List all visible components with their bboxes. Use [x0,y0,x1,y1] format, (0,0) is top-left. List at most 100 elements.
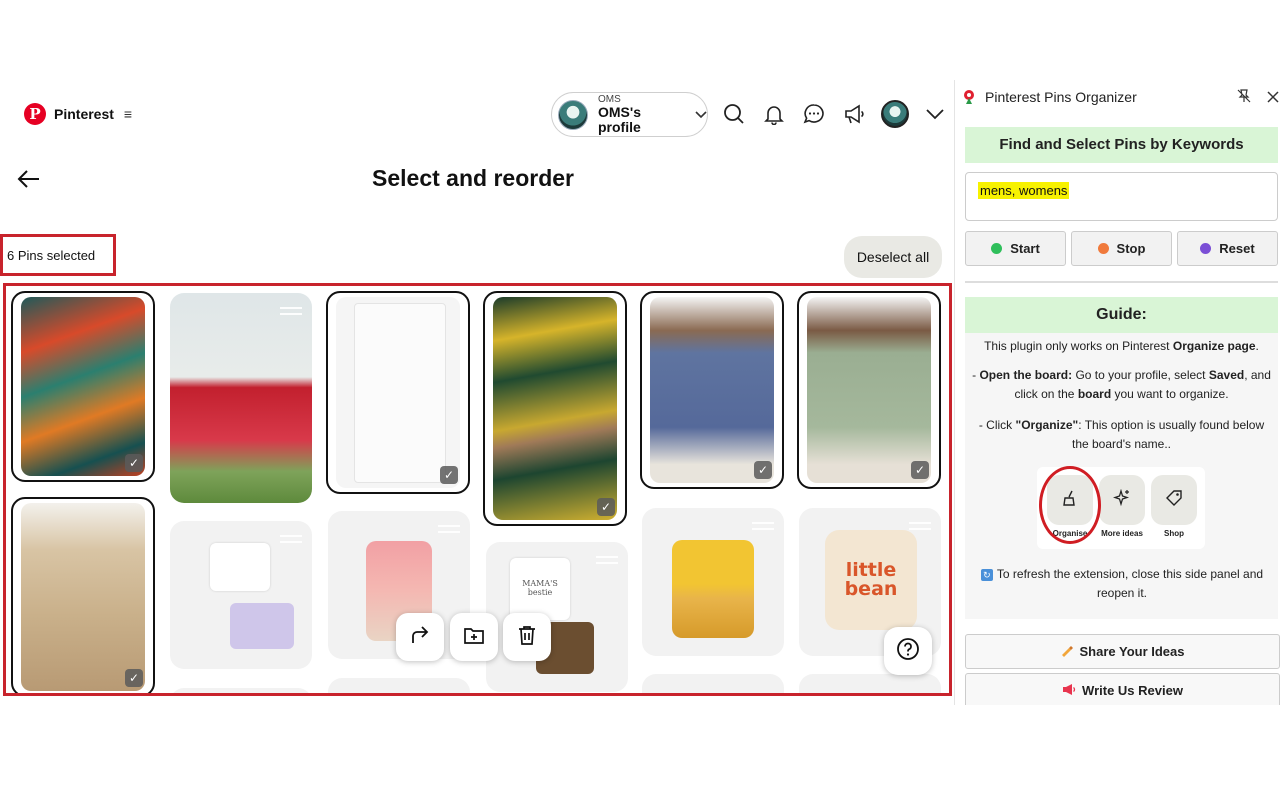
pinterest-page: P Pinterest ≡ OMS OMS's profile Select a… [0,80,952,705]
add-to-section-button[interactable] [450,613,498,661]
checkbox-checked-icon[interactable]: ✓ [125,454,143,472]
menu-icon[interactable]: ≡ [124,106,132,122]
pin-card[interactable]: ✓ [11,291,155,482]
close-icon[interactable] [1267,87,1279,108]
extension-title: Pinterest Pins Organizer [985,89,1137,105]
checkbox-checked-icon[interactable]: ✓ [440,466,458,484]
share-ideas-label: Share Your Ideas [1079,644,1185,659]
divider [965,281,1278,283]
guide-tabs-illustration: Organise More ideas Shop [1037,466,1205,549]
pin-image [493,297,617,520]
brand-name: Pinterest [54,106,114,122]
avatar [558,99,588,130]
megaphone-icon[interactable] [842,102,866,126]
more-ideas-tab-illustration [1099,475,1145,525]
write-review-button[interactable]: Write Us Review [965,673,1280,705]
start-label: Start [1010,241,1040,256]
drag-handle-icon[interactable] [280,307,302,315]
page-title: Select and reorder [372,165,574,191]
chevron-down-icon [695,108,707,122]
pin-card[interactable]: ✓ [326,291,470,494]
shop-tab-illustration [1151,475,1197,525]
pin-image [21,503,145,691]
pin-card[interactable] [642,508,784,656]
pinterest-logo-icon: P [24,103,46,125]
highlight-circle [1039,466,1101,544]
pin-card[interactable]: ✓ [640,291,784,489]
pin-image [642,508,784,656]
pin-image [650,297,774,483]
pin-image [336,297,460,488]
pin-image [170,521,312,669]
keywords-input[interactable]: mens, womens [965,172,1278,221]
drag-handle-icon[interactable] [909,522,931,530]
extension-panel: Pinterest Pins Organizer Find and Select… [954,80,1280,705]
pin-card[interactable]: ✓ [11,497,155,693]
write-review-label: Write Us Review [1082,683,1183,698]
guide-section: Guide: This plugin only works on Pintere… [965,297,1278,619]
chevron-down-icon[interactable] [923,102,947,126]
guide-line-2: - Open the board: Go to your profile, se… [972,368,1271,401]
extension-logo-icon [961,89,977,105]
checkbox-checked-icon[interactable]: ✓ [597,498,615,516]
refresh-note: ↻ To refresh the extension, close this si… [973,565,1271,603]
pin-card[interactable] [799,674,941,693]
unpin-icon[interactable] [1237,89,1251,106]
purple-dot-icon [1200,243,1212,254]
checkbox-checked-icon[interactable]: ✓ [125,669,143,687]
pin-card[interactable] [170,521,312,669]
move-pins-button[interactable] [396,613,444,661]
bell-icon[interactable] [762,102,786,126]
find-heading: Find and Select Pins by Keywords [965,127,1278,163]
share-arrow-icon [409,624,431,651]
profile-switcher[interactable]: OMS OMS's profile [551,92,708,137]
pin-card[interactable]: ✓ [797,291,941,489]
search-icon[interactable] [722,102,746,126]
screen: P Pinterest ≡ OMS OMS's profile Select a… [0,0,1280,800]
refresh-icon: ↻ [980,569,993,581]
stop-label: Stop [1116,241,1146,256]
checkbox-checked-icon[interactable]: ✓ [754,461,772,479]
folder-plus-icon [463,624,485,651]
drag-handle-icon[interactable] [438,525,460,533]
start-button[interactable]: Start [965,231,1066,266]
green-dot-icon [991,243,1003,254]
pin-image [807,297,931,483]
drag-handle-icon[interactable] [752,522,774,530]
drag-handle-icon[interactable] [596,556,618,564]
shop-label: Shop [1164,529,1184,538]
checkbox-checked-icon[interactable]: ✓ [911,461,929,479]
guide-line-1: This plugin only works on Pinterest Orga… [984,339,1259,353]
keywords-value: mens, womens [978,182,1070,199]
drag-handle-icon[interactable] [280,535,302,543]
profile-name: OMS's profile [598,103,642,135]
selected-count: 6 Pins selected [0,234,116,276]
messages-icon[interactable] [802,102,826,126]
pin-image [328,678,470,693]
pinterest-logo[interactable]: P Pinterest ≡ [24,103,132,125]
deselect-all-button[interactable]: Deselect all [844,236,942,278]
pin-card[interactable] [170,293,312,503]
user-avatar[interactable] [881,100,909,128]
stop-button[interactable]: Stop [1071,231,1172,266]
more-ideas-label: More ideas [1101,529,1143,538]
pin-image [799,674,941,693]
megaphone-icon [1062,683,1076,699]
guide-line-3: - Click "Organize": This option is usual… [978,418,1265,451]
delete-pins-button[interactable] [503,613,551,661]
orange-dot-icon [1097,243,1109,254]
pin-card[interactable] [642,674,784,693]
pin-card[interactable] [328,678,470,693]
share-ideas-button[interactable]: Share Your Ideas [965,634,1280,669]
pin-image [170,293,312,503]
pin-print-text: little bean [825,530,917,630]
writing-hand-icon [1060,644,1074,660]
help-button[interactable] [884,627,932,675]
tag-icon [1165,489,1183,512]
pin-image [170,688,312,693]
pin-card[interactable] [170,688,312,693]
reset-label: Reset [1219,241,1255,256]
pin-card[interactable]: ✓ [483,291,627,526]
sparkle-icon [1112,488,1131,512]
reset-button[interactable]: Reset [1177,231,1278,266]
